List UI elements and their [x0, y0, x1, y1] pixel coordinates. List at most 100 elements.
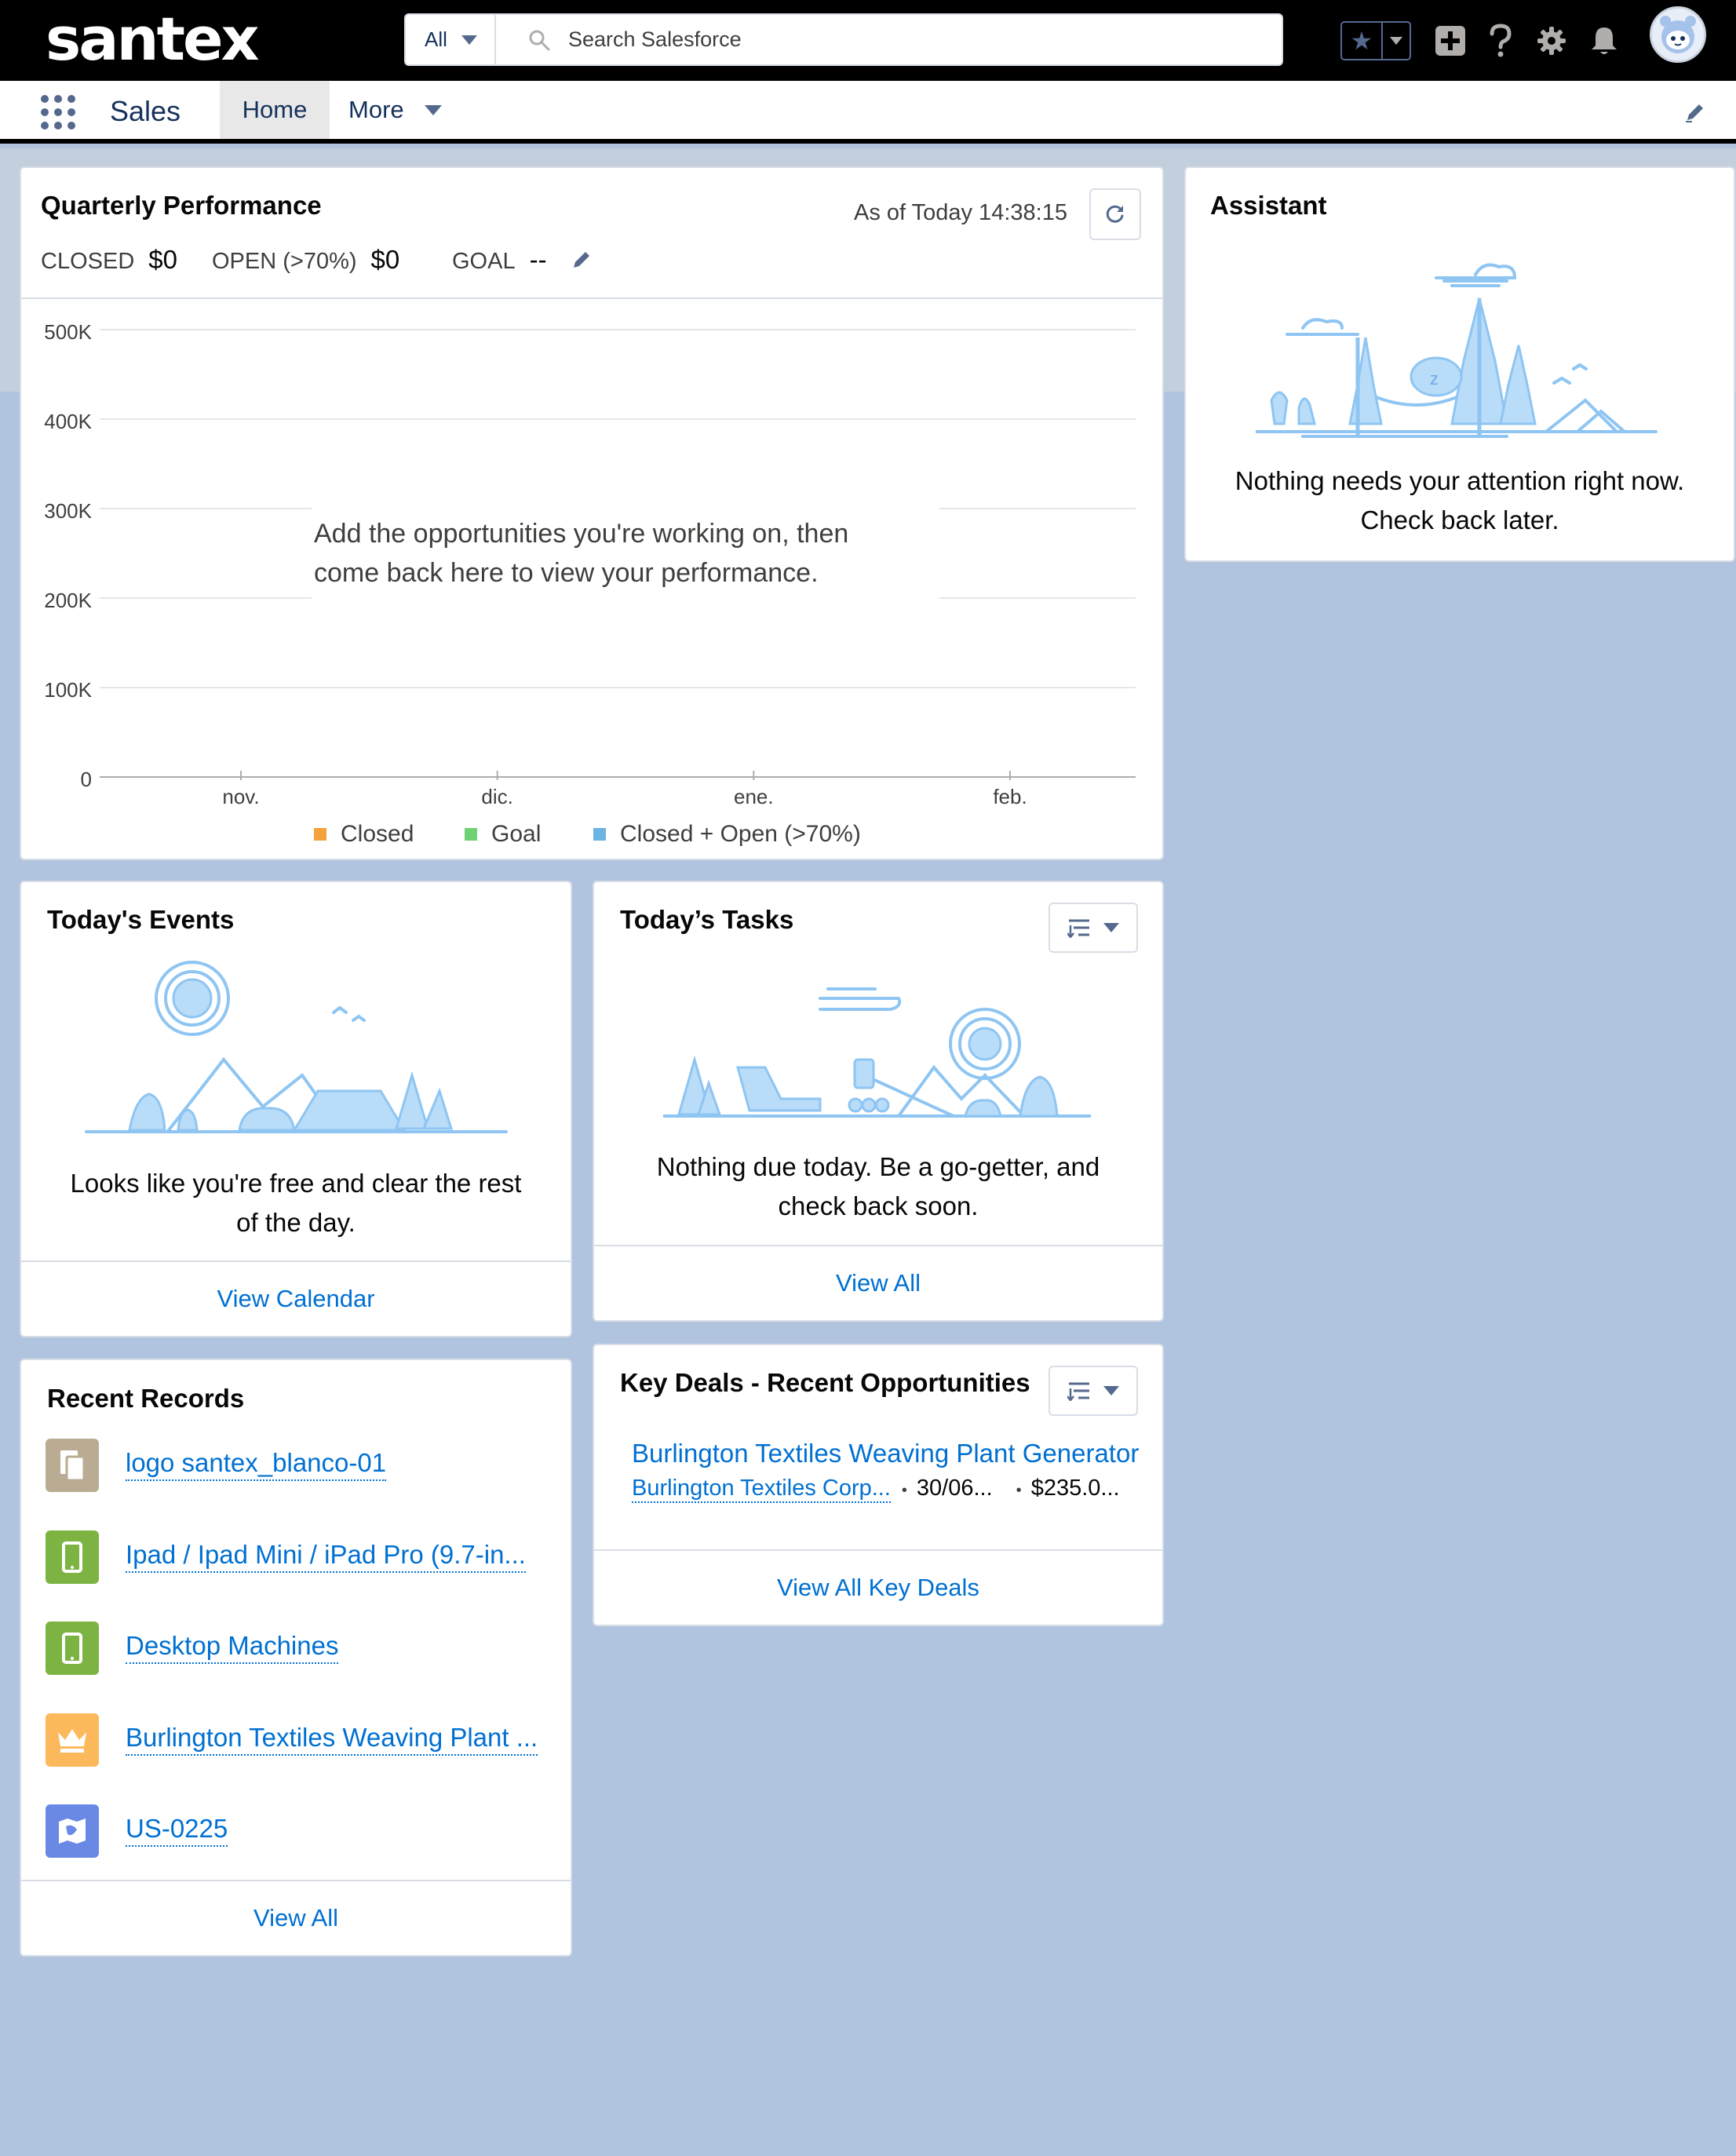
- goal-metric: GOAL --: [452, 245, 594, 275]
- file-icon: [46, 1439, 99, 1492]
- goal-value: --: [529, 245, 547, 274]
- app-nav-bar: Sales Home More: [0, 81, 1736, 144]
- open-value: $0: [370, 245, 400, 274]
- tab-home[interactable]: Home: [220, 81, 330, 139]
- notifications-button[interactable]: [1587, 24, 1621, 58]
- device-icon: [46, 1530, 99, 1584]
- chevron-down-icon: [1390, 37, 1402, 45]
- x-tick-label: feb.: [993, 785, 1027, 808]
- open-label: OPEN (>70%): [212, 249, 357, 274]
- tasks-relax-illustration: [663, 987, 1091, 1118]
- open-metric: OPEN (>70%) $0: [212, 245, 399, 275]
- x-tick-label: dic.: [481, 785, 512, 808]
- device-icon: [46, 1622, 99, 1675]
- goal-label: GOAL: [452, 249, 516, 274]
- legend-label-closed: Closed: [341, 821, 414, 847]
- list-item[interactable]: US-0225: [46, 1804, 228, 1858]
- x-tick-label: ene.: [734, 785, 774, 808]
- deal-amount: $235.0...: [1030, 1476, 1120, 1501]
- list-item[interactable]: Ipad / Ipad Mini / iPad Pro (9.7-in...: [46, 1530, 526, 1584]
- chart-empty-message: Add the opportunities you're working on,…: [314, 519, 849, 588]
- closed-metric: CLOSED $0: [41, 245, 177, 275]
- card-title: Quarterly Performance: [41, 191, 322, 220]
- card-divider: [21, 297, 1162, 299]
- y-tick-label: 0: [81, 768, 92, 791]
- separator-dot: •: [1016, 1482, 1022, 1499]
- record-link[interactable]: US-0225: [126, 1814, 228, 1847]
- legend-label-goal: Goal: [491, 821, 542, 847]
- setup-button[interactable]: [1534, 24, 1569, 58]
- tab-home-label: Home: [242, 96, 308, 123]
- refresh-icon: [1106, 205, 1124, 223]
- y-tick-label: 500K: [44, 320, 92, 344]
- card-title: Recent Records: [47, 1384, 245, 1413]
- edit-goal-pencil-icon[interactable]: [571, 248, 594, 272]
- hammock-illustration: z: [1256, 263, 1658, 438]
- help-button[interactable]: [1483, 24, 1518, 58]
- deal-details-row: Burlington Textiles Corp... • 30/06... •…: [632, 1476, 1120, 1503]
- tab-more[interactable]: More: [348, 81, 442, 139]
- search-icon: [529, 30, 550, 50]
- card-title: Assistant: [1210, 191, 1327, 220]
- as-of-timestamp: As of Today 14:38:15: [854, 200, 1067, 225]
- card-title: Today's Events: [47, 905, 235, 934]
- app-name: Sales: [110, 95, 181, 127]
- tab-more-label: More: [348, 96, 404, 123]
- global-search[interactable]: All Search Salesforce: [404, 13, 1283, 66]
- record-link[interactable]: Burlington Textiles Weaving Plant ...: [126, 1723, 538, 1756]
- y-tick-label: 300K: [44, 499, 92, 523]
- search-input[interactable]: Search Salesforce: [568, 27, 742, 52]
- star-icon[interactable]: ★: [1342, 23, 1383, 59]
- view-calendar-link[interactable]: View Calendar: [21, 1260, 571, 1336]
- astro-avatar-icon: [1652, 9, 1704, 60]
- tasks-filter-menu-button[interactable]: [1049, 903, 1138, 953]
- sort-list-icon: [1067, 1382, 1089, 1401]
- deal-close-date: 30/06...: [916, 1476, 993, 1501]
- chevron-down-icon: [424, 104, 442, 115]
- add-icon: [1435, 26, 1465, 56]
- list-item[interactable]: Desktop Machines: [46, 1622, 339, 1675]
- deal-account-link[interactable]: Burlington Textiles Corp...: [632, 1476, 891, 1503]
- list-item[interactable]: Burlington Textiles Weaving Plant ...: [46, 1713, 538, 1767]
- card-title: Key Deals - Recent Opportunities: [620, 1368, 1030, 1397]
- brand-logo[interactable]: santex: [46, 5, 260, 74]
- view-all-records-link[interactable]: View All: [21, 1880, 571, 1955]
- camping-illustration: [85, 961, 508, 1133]
- search-scope-dropdown[interactable]: All: [406, 15, 496, 64]
- chart-legend-closed-open: Closed + Open (>70%): [593, 821, 861, 848]
- tasks-empty-message: Nothing due today. Be a go-getter, and c…: [656, 1152, 1100, 1220]
- list-item[interactable]: logo santex_blanco-01: [46, 1439, 387, 1492]
- edit-nav-pencil-icon[interactable]: [1683, 100, 1708, 125]
- refresh-button[interactable]: [1089, 188, 1141, 240]
- separator-dot: •: [901, 1482, 907, 1499]
- key-deals-filter-menu-button[interactable]: [1049, 1366, 1138, 1416]
- app-launcher-icon[interactable]: [41, 95, 75, 130]
- deal-opportunity-link[interactable]: Burlington Textiles Weaving Plant Genera…: [632, 1439, 1139, 1468]
- record-link[interactable]: logo santex_blanco-01: [126, 1448, 387, 1481]
- user-avatar[interactable]: [1650, 6, 1706, 63]
- legend-label-closed-open: Closed + Open (>70%): [620, 821, 861, 847]
- favorites-button[interactable]: ★: [1340, 21, 1411, 60]
- closed-label: CLOSED: [41, 249, 135, 274]
- chevron-down-icon: [1103, 923, 1119, 932]
- svg-text:z: z: [1430, 369, 1439, 389]
- view-all-tasks-link[interactable]: View All: [594, 1245, 1162, 1320]
- legend-swatch-closed: [314, 828, 326, 841]
- record-link[interactable]: Ipad / Ipad Mini / iPad Pro (9.7-in...: [126, 1540, 526, 1573]
- search-scope-label: All: [425, 27, 447, 51]
- card-title: Today’s Tasks: [620, 905, 794, 934]
- events-empty-message: Looks like you're free and clear the res…: [70, 1169, 522, 1237]
- favorites-list-button[interactable]: [1383, 23, 1410, 59]
- global-actions-button[interactable]: [1433, 24, 1468, 58]
- legend-swatch-closed-open: [593, 828, 606, 841]
- help-icon: [1490, 24, 1512, 57]
- sort-list-icon: [1067, 919, 1089, 938]
- global-header: santex All Search Salesforce ★: [0, 0, 1736, 81]
- y-tick-label: 100K: [44, 678, 92, 702]
- bell-icon: [1592, 27, 1617, 54]
- opportunity-crown-icon: [46, 1713, 99, 1767]
- record-link[interactable]: Desktop Machines: [126, 1631, 339, 1664]
- view-all-key-deals-link[interactable]: View All Key Deals: [594, 1549, 1162, 1625]
- chart-legend-closed: Closed: [314, 821, 414, 848]
- gear-icon: [1537, 27, 1566, 55]
